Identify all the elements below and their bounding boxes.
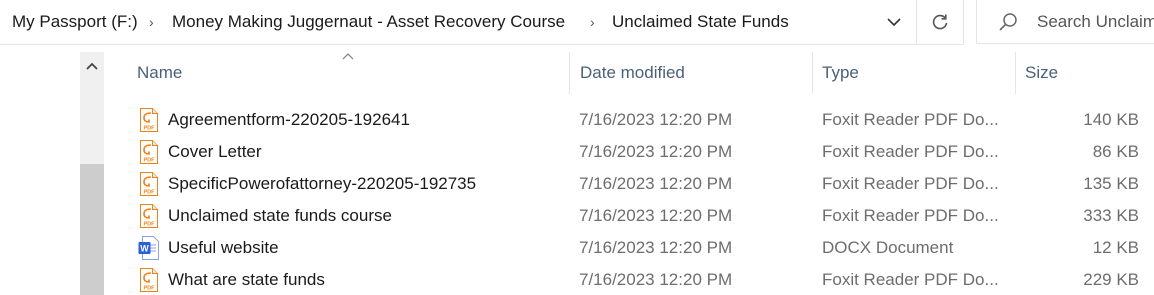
breadcrumb-separator[interactable]: › [149, 0, 154, 44]
file-type: Foxit Reader PDF Do... [822, 110, 999, 129]
file-size: 135 KB [1083, 174, 1139, 193]
breadcrumb-drive[interactable]: My Passport (F:) [12, 0, 138, 44]
file-size: 333 KB [1083, 206, 1139, 225]
file-row[interactable]: PDF Agreementform-220205-192641 7/16/202… [130, 104, 1154, 136]
column-divider[interactable] [569, 52, 570, 94]
breadcrumb-separator[interactable]: › [590, 0, 595, 44]
file-name: Unclaimed state funds course [168, 206, 392, 225]
file-type: DOCX Document [822, 238, 954, 257]
search-input[interactable]: Search Unclaim [1037, 0, 1154, 44]
sort-ascending-icon [342, 53, 354, 60]
file-type: Foxit Reader PDF Do... [822, 174, 999, 193]
svg-text:PDF: PDF [144, 222, 156, 228]
file-size: 12 KB [1092, 238, 1139, 257]
address-bar-border [963, 0, 964, 44]
address-history-dropdown[interactable] [874, 0, 914, 44]
file-row[interactable]: PDF Unclaimed state funds course 7/16/20… [130, 200, 1154, 232]
search-icon [999, 13, 1017, 31]
svg-text:PDF: PDF [144, 158, 156, 164]
chevron-up-icon [86, 62, 98, 70]
breadcrumb-current-folder[interactable]: Unclaimed State Funds [612, 0, 789, 44]
file-row[interactable]: PDF SpecificPowerofattorney-220205-19273… [130, 168, 1154, 200]
address-divider [916, 0, 917, 44]
file-name: Agreementform-220205-192641 [168, 110, 410, 129]
breadcrumb-course-folder[interactable]: Money Making Juggernaut - Asset Recovery… [172, 0, 565, 44]
refresh-icon [932, 14, 948, 30]
file-row[interactable]: PDF What are state funds 7/16/2023 12:20… [130, 264, 1154, 295]
file-date-modified: 7/16/2023 12:20 PM [579, 174, 733, 193]
pdf-file-icon: PDF [140, 140, 158, 164]
scrollbar-thumb[interactable] [80, 164, 104, 295]
file-size: 86 KB [1092, 142, 1139, 161]
column-divider[interactable] [812, 52, 813, 94]
scroll-up-button[interactable] [80, 52, 104, 80]
column-header-type[interactable]: Type [822, 52, 859, 94]
column-header-date-modified[interactable]: Date modified [580, 52, 685, 94]
column-header-name[interactable]: Name [137, 52, 182, 94]
address-bar[interactable]: My Passport (F:) › Money Making Juggerna… [0, 0, 964, 45]
nav-pane-scrollbar[interactable] [80, 52, 104, 295]
pdf-file-icon: PDF [140, 204, 158, 228]
file-name: Useful website [168, 238, 279, 257]
file-date-modified: 7/16/2023 12:20 PM [579, 238, 733, 257]
file-name: SpecificPowerofattorney-220205-192735 [168, 174, 477, 193]
file-type: Foxit Reader PDF Do... [822, 270, 999, 289]
file-date-modified: 7/16/2023 12:20 PM [579, 110, 733, 129]
file-row[interactable]: W Useful website 7/16/2023 12:20 PM DOCX… [130, 232, 1154, 264]
file-date-modified: 7/16/2023 12:20 PM [579, 142, 733, 161]
svg-text:PDF: PDF [144, 190, 156, 196]
svg-text:W: W [140, 244, 149, 254]
pdf-file-icon: PDF [140, 268, 158, 292]
file-date-modified: 7/16/2023 12:20 PM [579, 206, 733, 225]
file-name: Cover Letter [168, 142, 262, 161]
file-name: What are state funds [168, 270, 325, 289]
svg-text:PDF: PDF [144, 286, 156, 292]
svg-text:PDF: PDF [144, 126, 156, 132]
pdf-file-icon: PDF [140, 108, 158, 132]
file-size: 229 KB [1083, 270, 1139, 289]
file-type: Foxit Reader PDF Do... [822, 206, 999, 225]
word-file-icon: W [138, 236, 159, 260]
column-header-size[interactable]: Size [1025, 52, 1058, 94]
file-type: Foxit Reader PDF Do... [822, 142, 999, 161]
file-row[interactable]: PDF Cover Letter 7/16/2023 12:20 PM Foxi… [130, 136, 1154, 168]
column-divider[interactable] [1015, 52, 1016, 94]
file-size: 140 KB [1083, 110, 1139, 129]
search-box[interactable]: Search Unclaim [976, 0, 1154, 44]
pdf-file-icon: PDF [140, 172, 158, 196]
refresh-button[interactable] [918, 0, 962, 44]
file-date-modified: 7/16/2023 12:20 PM [579, 270, 733, 289]
chevron-down-icon [887, 17, 901, 26]
